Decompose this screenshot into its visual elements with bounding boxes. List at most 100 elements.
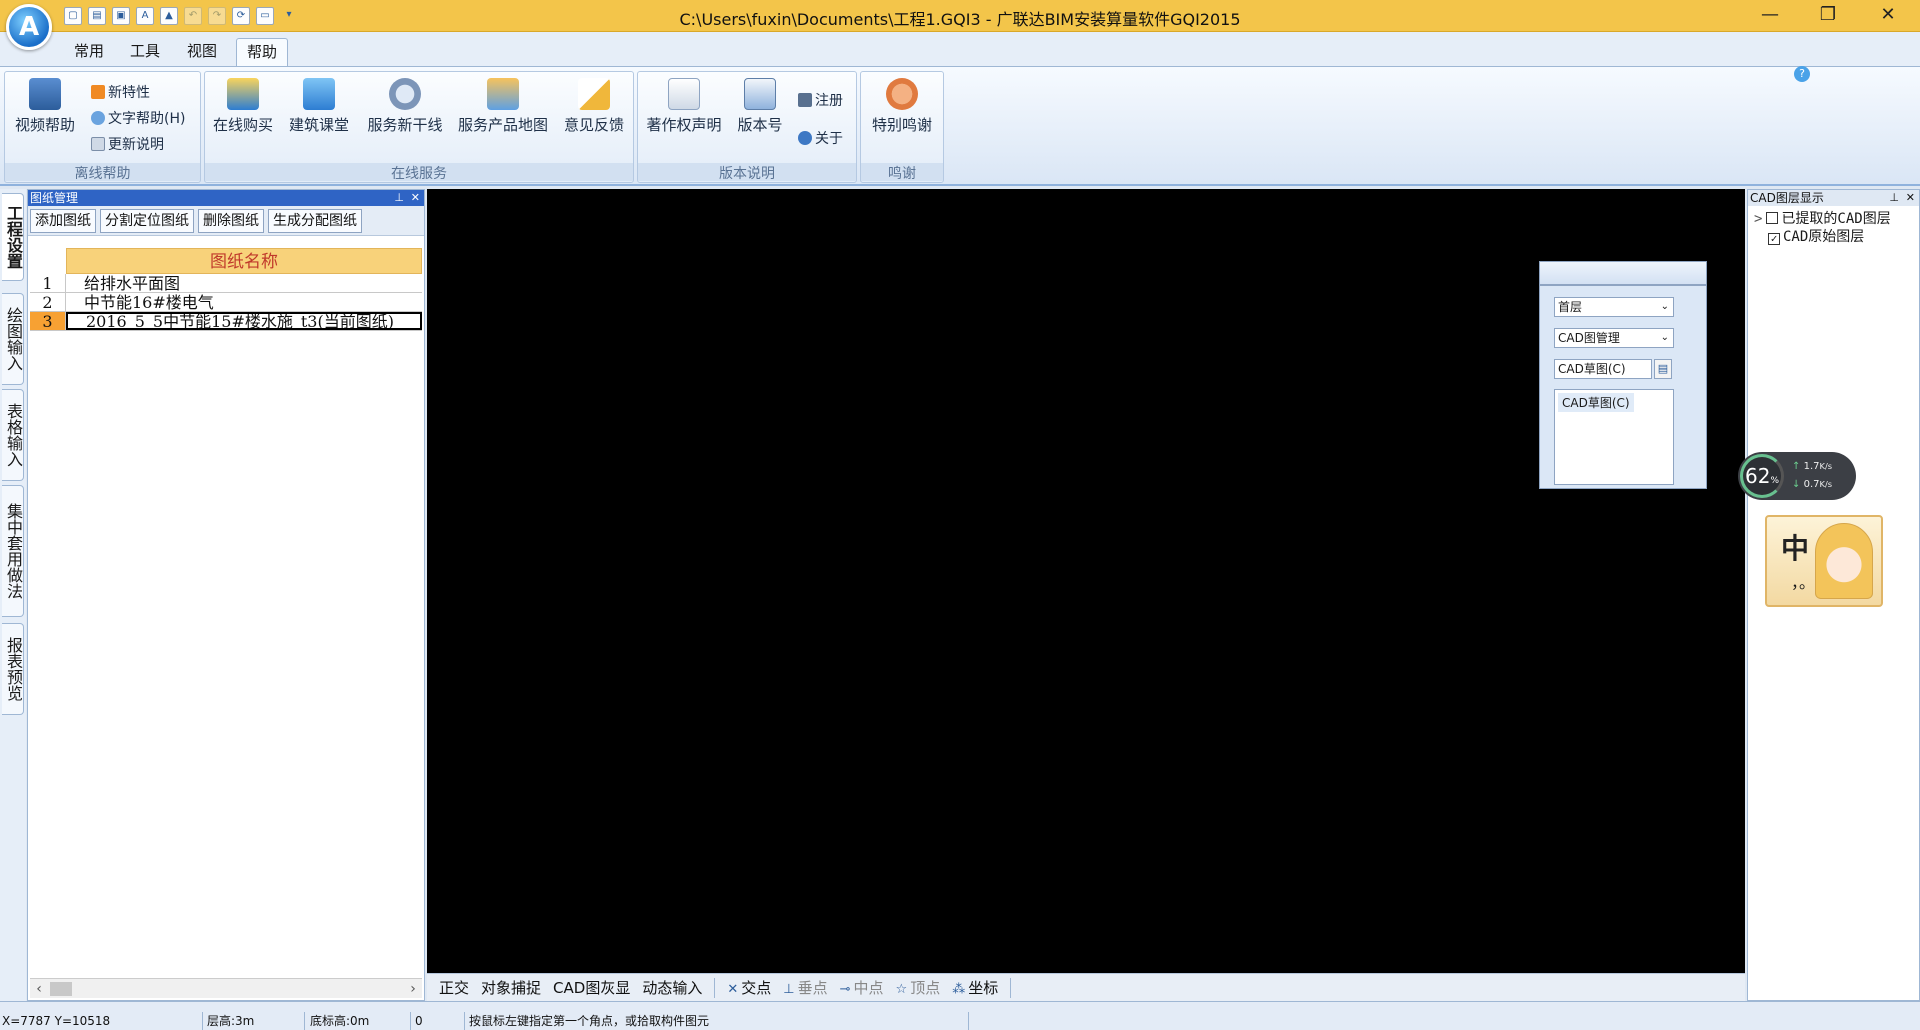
side-tab-report-preview[interactable]: 报表预览 [2, 623, 24, 715]
about-button[interactable]: 关于 [798, 128, 843, 148]
feedback-button[interactable]: 意见反馈 [559, 78, 629, 135]
close-button[interactable]: ✕ [1860, 0, 1916, 32]
row-number-header [30, 248, 66, 274]
horizontal-scrollbar[interactable]: ‹ › [30, 978, 422, 998]
snap-vertex[interactable]: ☆ 顶点 [890, 977, 947, 998]
column-header-drawing-name[interactable]: 图纸名称 [66, 248, 422, 274]
floating-panel-header[interactable] [1540, 262, 1706, 286]
tree-node-extracted-layers[interactable]: > 已提取的CAD图层 [1754, 210, 1913, 228]
map-pin-icon [487, 78, 519, 110]
update-notes-button[interactable]: 更新说明 [91, 134, 164, 154]
download-rate: ↓ 0.7K/s [1792, 479, 1833, 490]
drawing-list[interactable]: CAD草图(C) [1554, 389, 1674, 485]
table-row[interactable]: 1 给排水平面图 [30, 274, 422, 293]
scroll-right-icon[interactable]: › [404, 979, 422, 999]
dynamic-input-toggle[interactable]: 动态输入 [636, 977, 708, 998]
perpendicular-icon: ⊥ [783, 982, 795, 997]
arrow-down-icon: ↓ [1792, 479, 1801, 490]
chevron-down-icon: ⌄ [1660, 301, 1669, 312]
object-snap-toggle[interactable]: 对象捕捉 [475, 977, 547, 998]
panel-title: CAD图层显示 [1750, 191, 1824, 205]
handshake-icon [886, 78, 918, 110]
list-item[interactable]: CAD草图(C) [1558, 393, 1634, 412]
side-tab-apply-methods[interactable]: 集中套用做法 [2, 485, 24, 617]
floor-select[interactable]: 首层 ⌄ [1554, 297, 1674, 317]
pin-icon[interactable]: ⊥ [1889, 190, 1899, 206]
status-bar: X=7787 Y=10518 层高:3m 底标高:0m 0 按鼠标左键指定第一个… [0, 1001, 1920, 1030]
expand-icon[interactable]: > [1754, 211, 1762, 227]
ortho-toggle[interactable]: 正交 [433, 977, 475, 998]
table-row-selected[interactable]: 3 2016_5_5中节能15#楼水施_t3(当前图纸) [30, 312, 422, 331]
side-tab-drawing-input[interactable]: 绘图输入 [2, 293, 24, 385]
special-thanks-button[interactable]: 特别鸣谢 [867, 78, 937, 135]
service-map-button[interactable]: 服务产品地图 [455, 78, 551, 135]
tab-help[interactable]: 帮助 [236, 38, 289, 66]
tab-view[interactable]: 视图 [177, 38, 227, 66]
new-features-button[interactable]: 新特性 [91, 82, 150, 102]
document-icon [91, 137, 105, 151]
split-locate-drawing-button[interactable]: 分割定位图纸 [100, 209, 194, 233]
pin-icon[interactable]: ⊥ [394, 190, 404, 206]
divider [714, 977, 716, 998]
title-bar: ▢ ▤ ▣ A ▲ ↶ ↷ ⟳ ▭ ▾ C:\Users\fuxin\Docum… [0, 0, 1920, 32]
restore-button[interactable]: ❐ [1800, 0, 1856, 32]
tab-common[interactable]: 常用 [64, 38, 114, 66]
delete-drawing-button[interactable]: 删除图纸 [198, 209, 264, 233]
text-help-button[interactable]: 文字帮助(H) [91, 108, 185, 128]
version-number-button[interactable]: 版本号 [732, 78, 788, 135]
snap-midpoint[interactable]: ⊸ 中点 [834, 977, 890, 998]
monitor-cart-icon [227, 78, 259, 110]
cad-gray-toggle[interactable]: CAD图灰显 [547, 977, 636, 998]
drawing-browse-icon[interactable]: ▤ [1654, 359, 1672, 379]
ime-indicator[interactable]: 中 ，。 [1765, 515, 1883, 607]
drawing-name-cell[interactable]: 给排水平面图 [66, 274, 422, 292]
checkbox-checked[interactable]: ✓ [1768, 233, 1780, 245]
group-label: 版本说明 [638, 163, 856, 182]
group-label: 鸣谢 [861, 163, 943, 182]
ime-mode-label: 中 [1781, 532, 1810, 565]
side-tab-table-input[interactable]: 表格输入 [2, 389, 24, 481]
drawing-field[interactable]: CAD草图(C) [1554, 359, 1652, 379]
drawing-name-cell[interactable]: 2016_5_5中节能15#楼水施_t3(当前图纸) [66, 312, 422, 330]
generate-assign-drawing-button[interactable]: 生成分配图纸 [268, 209, 362, 233]
ribbon-help-icon[interactable]: ? [1794, 66, 1810, 82]
panel-header: CAD图层显示 ⊥ ✕ [1748, 190, 1919, 206]
snap-intersection[interactable]: ✕ 交点 [721, 977, 777, 998]
add-drawing-button[interactable]: 添加图纸 [30, 209, 96, 233]
film-icon [29, 78, 61, 110]
snap-coordinate[interactable]: ⁂ 坐标 [946, 977, 1004, 998]
group-label: 离线帮助 [5, 163, 200, 182]
building-class-button[interactable]: 建筑课堂 [285, 78, 353, 135]
copyright-button[interactable]: 著作权声明 [644, 78, 724, 135]
close-icon[interactable]: ✕ [1906, 190, 1915, 206]
drawing-toolbar: 添加图纸 分割定位图纸 删除图纸 生成分配图纸 [28, 206, 424, 236]
snap-toolbar: 正交 对象捕捉 CAD图灰显 动态输入 ✕ 交点 ⊥ 垂点 ⊸ 中点 ☆ 顶点 ⁂ 坐标 [427, 973, 1745, 1001]
buy-online-button[interactable]: 在线购买 [211, 78, 275, 135]
panel-header: 图纸管理 ⊥ ✕ [28, 190, 424, 206]
close-icon[interactable]: ✕ [411, 190, 420, 206]
side-tab-project-settings[interactable]: 工程设置 [2, 193, 24, 281]
tab-tools[interactable]: 工具 [120, 38, 170, 66]
network-speed-widget[interactable]: 62% ↑ 1.7K/s ↓ 0.7K/s [1738, 452, 1856, 500]
coordinates-readout: X=7787 Y=10518 [0, 1012, 203, 1030]
ime-punct-label: ，。 [1791, 573, 1816, 592]
tree-node-original-layers[interactable]: ✓ CAD原始图层 [1754, 228, 1913, 246]
snap-perpendicular[interactable]: ⊥ 垂点 [777, 977, 833, 998]
coordinate-icon: ⁂ [952, 982, 966, 997]
certificate-icon [668, 78, 700, 110]
app-logo[interactable]: A [6, 4, 52, 50]
group-version-info: 著作权声明 版本号 注册 关于 版本说明 [637, 71, 857, 183]
register-button[interactable]: 注册 [798, 90, 843, 110]
service-hotline-button[interactable]: 服务新干线 [363, 78, 447, 135]
ime-avatar [1815, 523, 1873, 599]
table-row[interactable]: 2 中节能16#楼电气 [30, 293, 422, 312]
scroll-left-icon[interactable]: ‹ [30, 979, 48, 999]
new-badge-icon [91, 85, 105, 99]
scroll-thumb[interactable] [50, 982, 72, 996]
drawing-name-cell[interactable]: 中节能16#楼电气 [66, 293, 422, 311]
minimize-button[interactable]: — [1742, 0, 1798, 32]
checkbox[interactable] [1766, 212, 1779, 224]
mode-select[interactable]: CAD图管理 ⌄ [1554, 328, 1674, 348]
video-help-button[interactable]: 视频帮助 [13, 78, 77, 135]
service-person-icon [389, 78, 421, 110]
